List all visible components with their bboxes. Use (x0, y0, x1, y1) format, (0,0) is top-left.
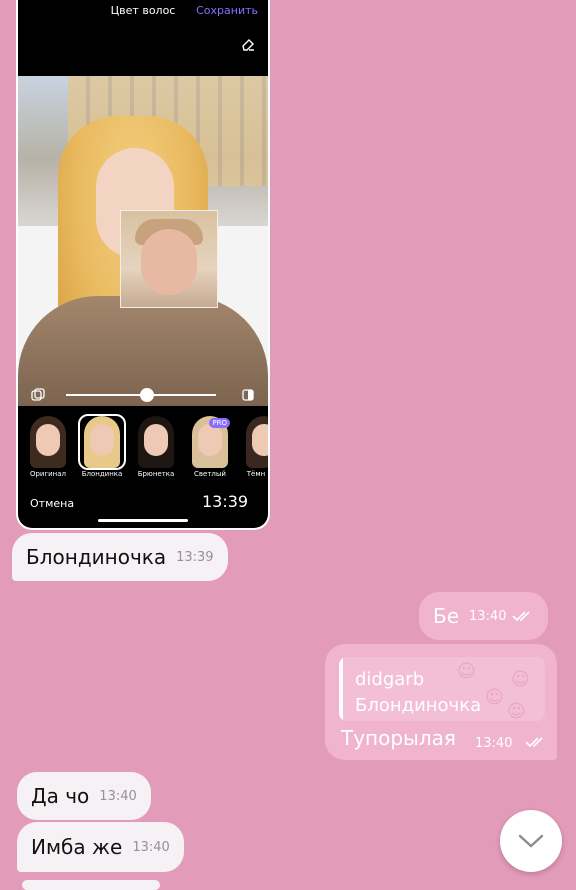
message-bubble-incoming[interactable]: Да чо 13:40 (17, 772, 151, 820)
hair-style-light: PRO (188, 416, 232, 468)
hair-style-label: Блондинка (81, 470, 123, 478)
message-bubble-outgoing-reply[interactable]: ☺ ☺ ☺ ☺ didgarb Блондиночка Тупорылая 13… (325, 644, 557, 760)
hair-style-label: Тёмн (246, 470, 266, 478)
message-bubble-partial[interactable] (22, 880, 160, 890)
message-time: 13:40 (99, 788, 137, 804)
ghost-icon: ☺ (507, 701, 526, 721)
double-check-icon (525, 737, 543, 748)
pro-badge: PRO (209, 418, 230, 428)
message-bubble-incoming[interactable]: Имба же 13:40 (17, 822, 184, 872)
ghost-icon: ☺ (511, 669, 530, 690)
photo-message[interactable]: Цвет волос Сохранить Оригинал Блондинка … (18, 0, 268, 528)
face-overlay-photo (120, 210, 218, 308)
editor-save-label: Сохранить (196, 4, 258, 17)
message-text: Бе (433, 604, 460, 628)
reply-author: didgarb (355, 669, 425, 690)
message-time: 13:40 (132, 839, 170, 855)
hair-style-label: Брюнетка (137, 470, 175, 478)
double-check-icon (511, 611, 530, 622)
scroll-down-button[interactable] (500, 810, 562, 872)
message-time: 13:40 (475, 736, 513, 751)
overlay-face (141, 229, 197, 295)
chevron-down-icon (518, 834, 544, 848)
ghost-icon: ☺ (457, 661, 476, 682)
editor-cancel-label: Отмена (30, 497, 75, 510)
home-indicator (98, 519, 188, 522)
hair-style-original (26, 416, 70, 468)
hair-style-blonde (78, 414, 126, 470)
message-time: 13:39 (176, 549, 214, 565)
ghost-icon: ☺ (485, 687, 504, 708)
message-text: Имба же (31, 835, 123, 859)
eraser-icon (242, 39, 254, 51)
message-bubble-outgoing[interactable]: Бе 13:40 (419, 592, 548, 640)
hair-style-dark (242, 416, 268, 468)
message-time: 13:40 (469, 608, 507, 624)
reply-quote[interactable]: ☺ ☺ ☺ ☺ didgarb Блондиночка (339, 657, 545, 721)
hair-style-strip: Оригинал Блондинка Брюнетка PRO Светлый … (18, 410, 268, 480)
message-text: Да чо (31, 784, 90, 808)
photo-time: 13:39 (202, 492, 249, 511)
message-bubble-incoming[interactable]: Блондиночка 13:39 (12, 533, 228, 581)
layers-icon (31, 388, 45, 401)
message-text: Тупорылая (341, 726, 456, 750)
reply-text: Блондиночка (355, 695, 482, 716)
reply-bar (339, 657, 343, 721)
intensity-slider-knob (140, 388, 154, 402)
hair-style-brunette (134, 416, 178, 468)
message-text: Блондиночка (26, 545, 167, 569)
hair-style-label: Оригинал (29, 470, 67, 478)
compare-icon (242, 389, 254, 401)
